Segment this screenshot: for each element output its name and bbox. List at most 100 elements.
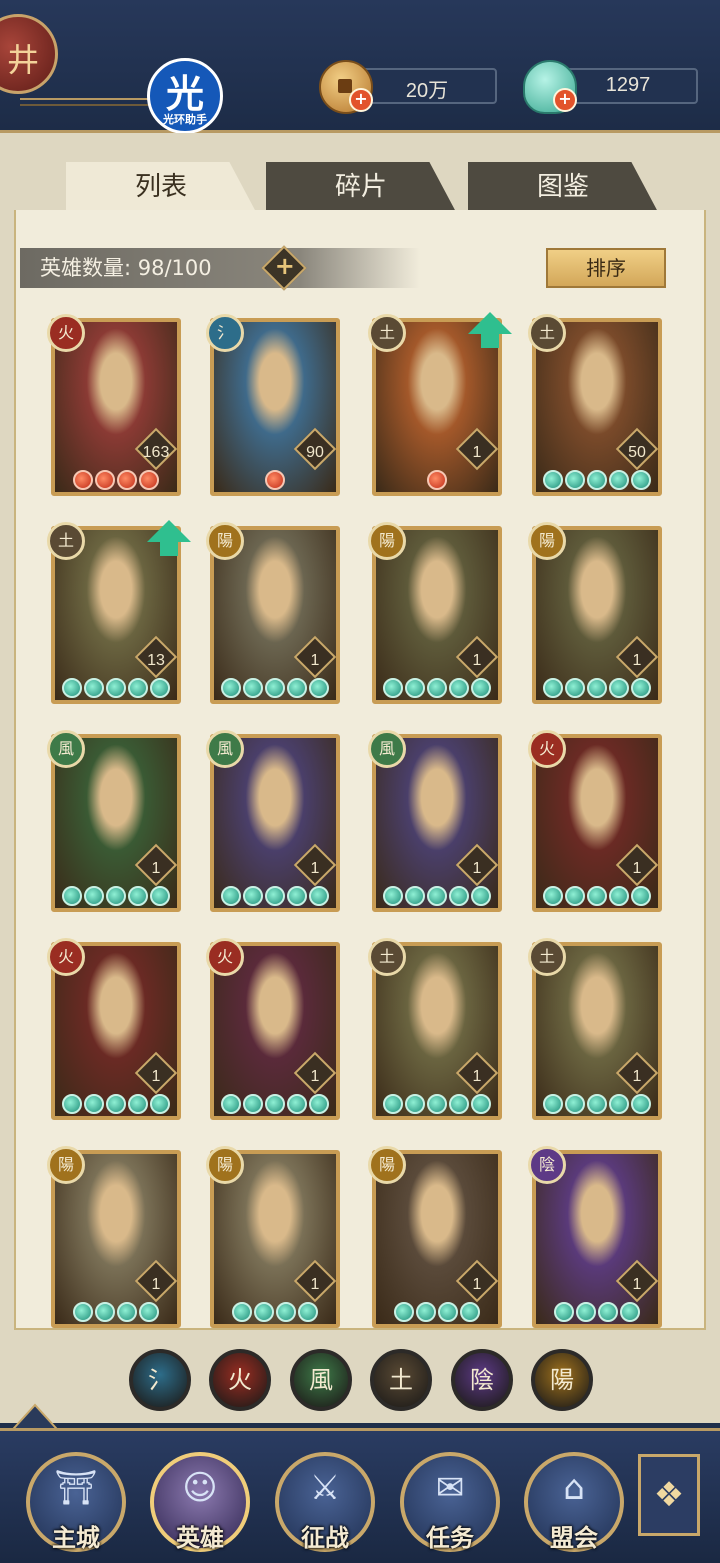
star-icon [609, 678, 629, 698]
hero-level: 1 [472, 860, 482, 877]
hero-level: 1 [632, 860, 642, 877]
star-icon [243, 1094, 263, 1114]
star-icon [631, 678, 651, 698]
star-icon [471, 1094, 491, 1114]
star-icon [438, 1302, 458, 1322]
star-icon [620, 1302, 640, 1322]
star-icon [598, 1302, 618, 1322]
star-icon [232, 1302, 252, 1322]
star-icon [427, 470, 447, 490]
wind-element-icon: 風 [206, 730, 244, 768]
hero-level: 1 [151, 1068, 161, 1085]
tab-fragments[interactable]: 碎片 [266, 162, 456, 212]
coin-value: 20万 [405, 80, 449, 102]
star-icon [631, 1094, 651, 1114]
star-icon [128, 886, 148, 906]
star-icon [631, 886, 651, 906]
star-icon [243, 678, 263, 698]
star-icon [427, 886, 447, 906]
hero-level: 1 [310, 1068, 320, 1085]
app-logo[interactable]: 光 光环助手 [147, 58, 223, 134]
star-icon [150, 678, 170, 698]
star-icon [449, 1094, 469, 1114]
jade-value: 1297 [605, 74, 651, 96]
star-icon [150, 1094, 170, 1114]
star-icon [84, 1094, 104, 1114]
star-icon [62, 678, 82, 698]
star-icon [84, 886, 104, 906]
hero-level: 1 [310, 652, 320, 669]
water-element-icon: 氵 [206, 314, 244, 352]
add-coins-button[interactable]: + [349, 88, 373, 112]
star-icon [265, 470, 285, 490]
city-gate-icon: ⛩ [54, 1468, 98, 1508]
star-icon [62, 886, 82, 906]
nav-label: 英雄 [176, 1524, 224, 1552]
yang-element-icon: 陽 [206, 1146, 244, 1184]
tab-list[interactable]: 列表 [66, 162, 256, 212]
more-menu-button[interactable]: ❖ [638, 1454, 700, 1536]
star-icon [587, 678, 607, 698]
hero-icon: ☺ [182, 1468, 218, 1508]
hero-stars [376, 674, 498, 698]
hero-stars [214, 674, 336, 698]
star-icon [609, 886, 629, 906]
fire-element-icon: 火 [206, 938, 244, 976]
nav-label: 盟会 [550, 1524, 598, 1552]
star-icon [117, 470, 137, 490]
star-icon [243, 886, 263, 906]
hero-level: 163 [142, 444, 170, 461]
star-icon [128, 1094, 148, 1114]
star-icon [609, 470, 629, 490]
star-icon [287, 678, 307, 698]
filter-yang-button[interactable]: 陽 [531, 1349, 593, 1411]
hero-count-label: 英雄数量: 98/100 [40, 256, 212, 280]
hero-stars [376, 1090, 498, 1114]
nav-label: 主城 [52, 1524, 100, 1552]
tab-codex[interactable]: 图鉴 [468, 162, 658, 212]
star-icon [106, 886, 126, 906]
nav-label: 任务 [426, 1524, 474, 1552]
hero-level: 1 [151, 860, 161, 877]
hero-level: 1 [472, 1068, 482, 1085]
hero-stars [376, 882, 498, 906]
hero-level: 1 [632, 1276, 642, 1293]
star-icon [471, 886, 491, 906]
star-icon [471, 678, 491, 698]
sort-button[interactable]: 排序 [546, 248, 666, 288]
hero-level: 1 [472, 652, 482, 669]
filter-water-button[interactable]: 氵 [129, 1349, 191, 1411]
app-logo-glyph: 光 [165, 72, 204, 116]
hero-stars [376, 1298, 498, 1322]
earth-element-icon: 土 [368, 938, 406, 976]
hero-stars [536, 1298, 658, 1322]
hero-stars [536, 466, 658, 490]
filter-earth-button[interactable]: 土 [370, 1349, 432, 1411]
add-jade-button[interactable]: + [553, 88, 577, 112]
star-icon [449, 678, 469, 698]
hero-stars [214, 1090, 336, 1114]
star-icon [139, 470, 159, 490]
star-icon [554, 1302, 574, 1322]
star-icon [298, 1302, 318, 1322]
earth-element-icon: 土 [47, 522, 85, 560]
hero-stars [536, 1090, 658, 1114]
yang-element-icon: 陽 [47, 1146, 85, 1184]
star-icon [576, 1302, 596, 1322]
filter-wind-button[interactable]: 風 [290, 1349, 352, 1411]
hero-stars [214, 466, 336, 490]
hero-level: 1 [472, 1276, 482, 1293]
fire-element-icon: 火 [47, 314, 85, 352]
star-icon [383, 886, 403, 906]
hero-stars [55, 1090, 177, 1114]
wind-element-icon: 風 [47, 730, 85, 768]
star-icon [631, 470, 651, 490]
fire-element-icon: 火 [528, 730, 566, 768]
hero-stars [55, 1298, 177, 1322]
star-icon [543, 1094, 563, 1114]
filter-yin-button[interactable]: 陰 [451, 1349, 513, 1411]
star-icon [587, 886, 607, 906]
star-icon [106, 1094, 126, 1114]
filter-fire-button[interactable]: 火 [209, 1349, 271, 1411]
hero-level: 1 [310, 860, 320, 877]
